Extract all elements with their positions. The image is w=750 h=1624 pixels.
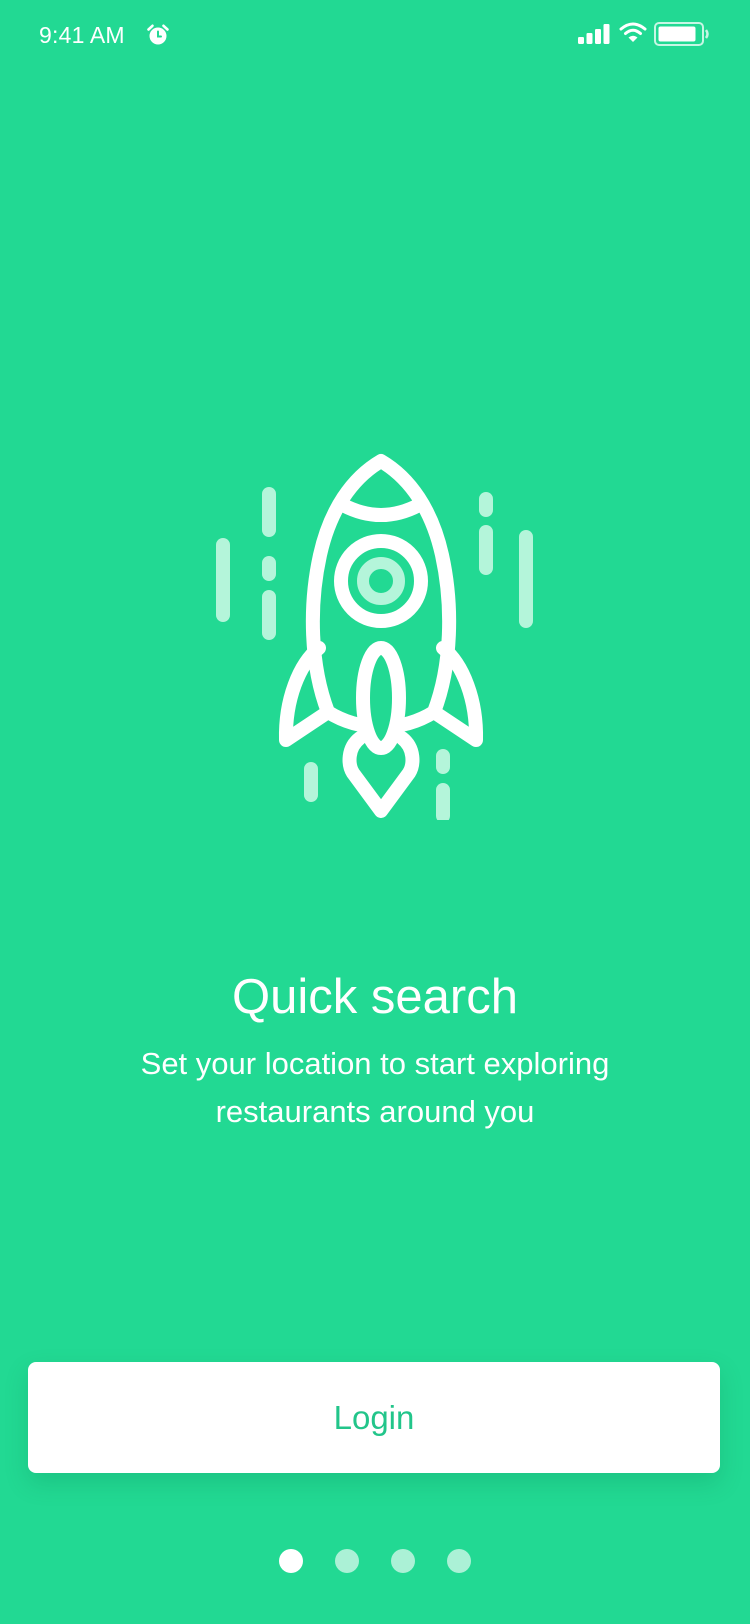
page-indicator <box>0 1549 750 1575</box>
onboarding-title: Quick search <box>232 970 518 1024</box>
battery-icon <box>654 22 709 46</box>
rocket-icon <box>216 454 533 820</box>
page-dot-4[interactable] <box>447 1549 471 1573</box>
onboarding-subtitle: Set your location to start exploring res… <box>140 1046 610 1129</box>
page-dot-2[interactable] <box>335 1549 359 1573</box>
page-dot-1[interactable] <box>279 1549 303 1573</box>
status-time: 9:41 AM <box>39 22 125 48</box>
alarm-icon <box>147 24 169 45</box>
cellular-signal-icon <box>578 24 610 44</box>
login-button[interactable]: Login <box>28 1362 720 1473</box>
page-dot-3[interactable] <box>391 1549 415 1573</box>
status-bar: 9:41 AM <box>0 0 750 70</box>
wifi-icon <box>619 22 647 42</box>
